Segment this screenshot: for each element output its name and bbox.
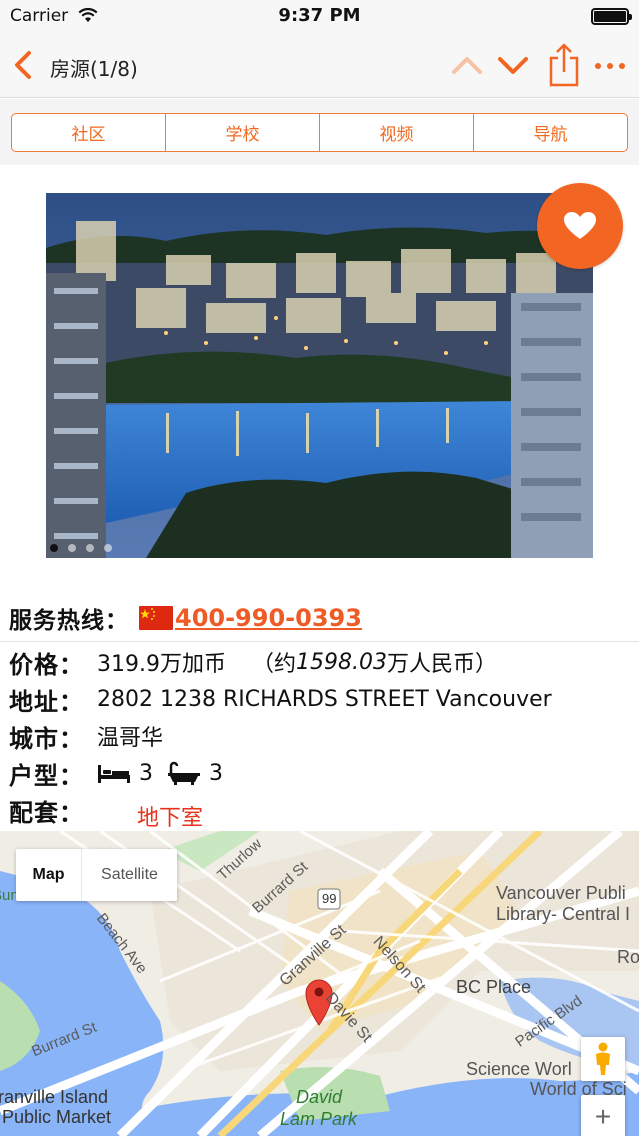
bed-icon xyxy=(98,765,130,783)
amenities-row: 配套： xyxy=(9,793,97,827)
tab-school[interactable]: 学校 xyxy=(166,114,320,151)
map-type-toggle: Map Satellite xyxy=(16,849,177,901)
amenity-tag: 地下室 xyxy=(137,806,204,831)
pegman-icon xyxy=(596,1042,610,1075)
tabs-bar: 社区 学校 视频 导航 xyxy=(0,99,639,165)
map-label: David xyxy=(296,1087,343,1107)
city-label: 城市： xyxy=(9,724,84,753)
map-label: Vancouver Publi xyxy=(496,883,626,903)
price-value: 319.9万加币 xyxy=(97,652,226,677)
price-rmb-value: 1598.03 xyxy=(296,649,387,675)
status-bar: Carrier 9:37 PM xyxy=(0,0,639,34)
zoom-in-button[interactable]: + xyxy=(581,1095,625,1136)
hotline-number-link[interactable]: 400-990-0393 xyxy=(175,604,362,632)
tab-navigation[interactable]: 导航 xyxy=(474,114,627,151)
map-label: ranville Island xyxy=(0,1087,109,1107)
price-approx-prefix: （约 xyxy=(251,652,296,677)
divider xyxy=(0,641,639,642)
battery-icon xyxy=(591,8,632,25)
chevron-left-icon[interactable] xyxy=(8,48,42,82)
price-label: 价格： xyxy=(9,650,84,679)
chevron-down-icon[interactable] xyxy=(496,50,530,80)
hotline-label: 服务热线： xyxy=(9,608,129,634)
map-label: Ro xyxy=(617,947,639,967)
layout-label: 户型： xyxy=(9,761,84,790)
favorite-button[interactable] xyxy=(537,183,623,269)
city-value: 温哥华 xyxy=(97,726,164,751)
city-row: 城市： 温哥华 xyxy=(9,719,163,753)
heart-icon xyxy=(564,212,596,239)
amenities-label: 配套： xyxy=(9,798,84,827)
map-label: BC Place xyxy=(456,977,532,997)
map-type-map-button[interactable]: Map xyxy=(16,849,82,901)
more-icon[interactable] xyxy=(594,54,626,78)
gallery-dot xyxy=(86,544,94,552)
tab-video[interactable]: 视频 xyxy=(320,114,474,151)
share-icon[interactable] xyxy=(546,42,582,88)
map-type-satellite-button[interactable]: Satellite xyxy=(82,849,177,901)
clock: 9:37 PM xyxy=(278,5,361,26)
bedroom-count: 3 xyxy=(139,760,153,786)
gallery-dot xyxy=(104,544,112,552)
address-row: 地址： 2802 1238 RICHARDS STREET Vancouver xyxy=(9,682,552,716)
street-view-button[interactable] xyxy=(581,1037,625,1081)
price-row: 价格： 319.9万加币 （约 1598.03 万人民币） xyxy=(9,645,497,679)
china-flag-icon xyxy=(139,606,173,630)
highway-shield-label: 99 xyxy=(322,891,337,906)
chevron-up-icon[interactable] xyxy=(450,50,484,80)
gallery-pagination[interactable] xyxy=(50,544,112,552)
bathroom-count: 3 xyxy=(209,760,223,786)
segmented-tabs: 社区 学校 视频 导航 xyxy=(11,113,628,152)
listing-photo[interactable] xyxy=(46,193,593,558)
hotline: 服务热线： 400-990-0393 xyxy=(9,600,362,636)
address-value: 2802 1238 RICHARDS STREET Vancouver xyxy=(97,686,552,712)
map-label: Library- Central I xyxy=(496,904,631,924)
gallery-dot xyxy=(68,544,76,552)
tab-community[interactable]: 社区 xyxy=(12,114,166,151)
map-label: Public Market xyxy=(2,1107,112,1127)
gallery-dot xyxy=(50,544,58,552)
address-label: 地址： xyxy=(9,687,84,716)
price-approx-suffix: 万人民币） xyxy=(386,652,497,677)
page-title: 房源(1/8) xyxy=(50,57,138,81)
nav-bar: 房源(1/8) xyxy=(0,34,639,98)
map-label: Lam Park xyxy=(280,1109,358,1129)
bathtub-icon xyxy=(168,761,200,785)
map-label: Science Worl xyxy=(466,1059,572,1079)
layout-row: 户型： 3 3 xyxy=(9,756,237,790)
